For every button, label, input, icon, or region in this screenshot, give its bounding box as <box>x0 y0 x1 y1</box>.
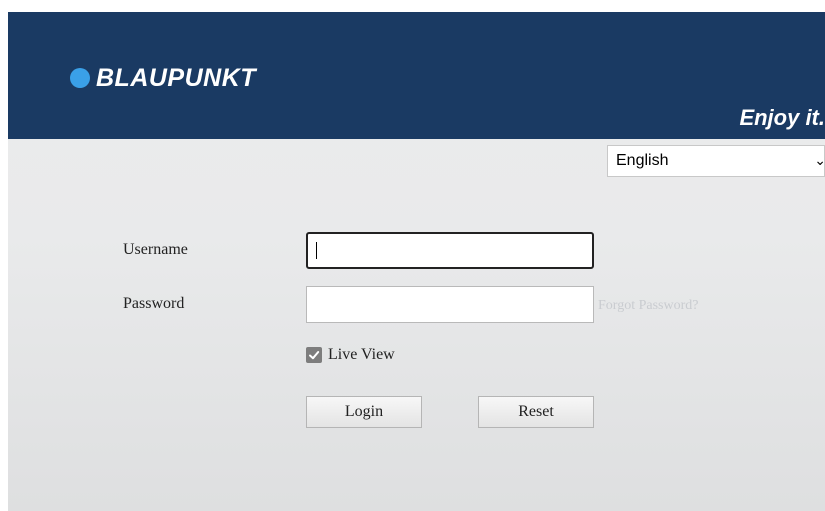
live-view-label: Live View <box>328 346 395 363</box>
language-selected: English <box>616 152 669 169</box>
password-label: Password <box>123 295 185 312</box>
chevron-down-icon: ⌄ <box>814 152 825 168</box>
live-view-checkbox[interactable] <box>306 347 322 363</box>
blue-dot-icon <box>70 68 90 88</box>
login-page: BLAUPUNKT Enjoy it. English ⌄ Username P… <box>8 12 825 511</box>
forgot-password-link[interactable]: Forgot Password? <box>598 298 698 314</box>
brand-logo: BLAUPUNKT <box>70 63 256 93</box>
language-select[interactable]: English ⌄ <box>607 145 825 177</box>
login-button[interactable]: Login <box>306 396 422 428</box>
header-banner: BLAUPUNKT Enjoy it. <box>8 12 825 139</box>
password-input[interactable] <box>306 286 594 323</box>
username-input[interactable] <box>306 232 594 269</box>
reset-button[interactable]: Reset <box>478 396 594 428</box>
brand-name: BLAUPUNKT <box>96 63 257 92</box>
checkmark-icon <box>309 351 320 360</box>
brand-slogan: Enjoy it. <box>739 105 825 130</box>
username-label: Username <box>123 241 188 258</box>
text-caret <box>316 242 317 259</box>
